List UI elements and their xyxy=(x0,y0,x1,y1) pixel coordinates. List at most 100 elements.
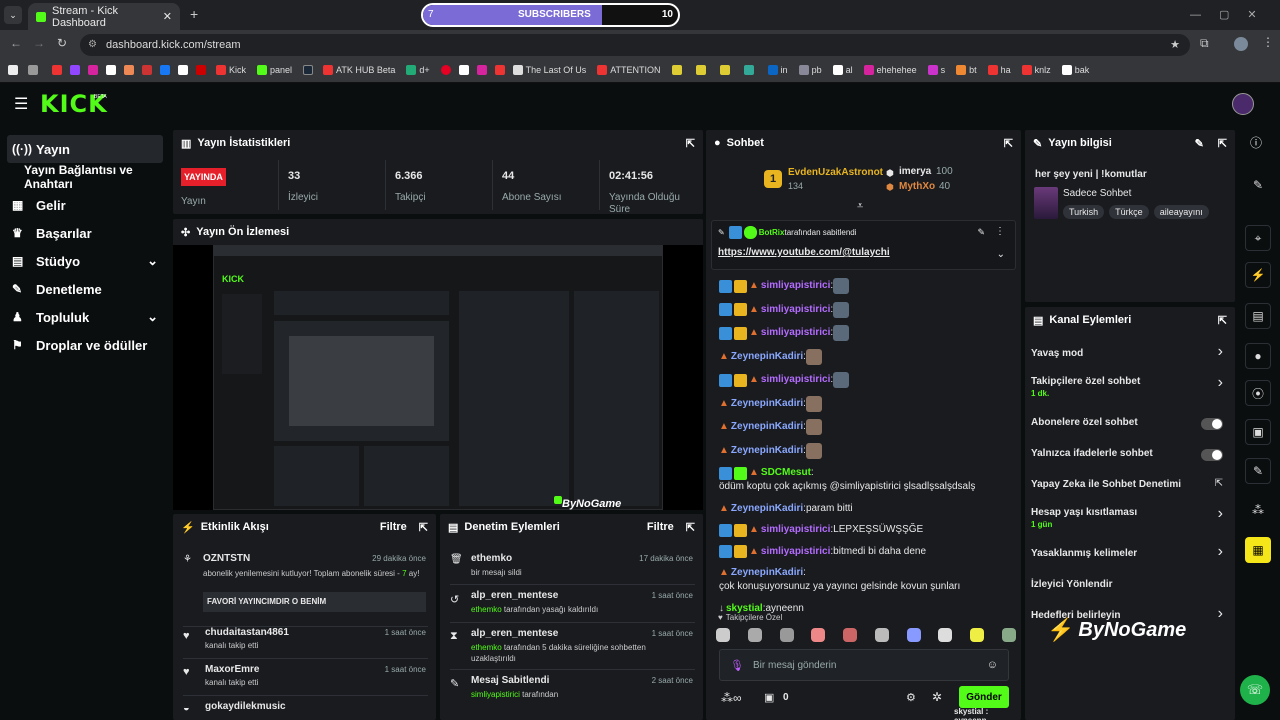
channel-action-item[interactable]: Yavaş mod › xyxy=(1031,343,1227,376)
microphone-icon[interactable]: 🎙 xyxy=(730,659,744,672)
broadcast-icon[interactable]: ⦿ xyxy=(1245,380,1271,406)
bookmark-star-icon[interactable]: ★ xyxy=(1170,34,1180,56)
edit-icon[interactable]: ✎ xyxy=(1195,137,1204,150)
apps-icon[interactable] xyxy=(8,65,18,75)
popout-icon[interactable]: ⇱ xyxy=(419,521,428,534)
tag[interactable]: aileayayını xyxy=(1153,205,1209,219)
profile-avatar[interactable] xyxy=(1234,37,1248,51)
back-icon[interactable]: ← xyxy=(10,36,22,50)
bolt-icon[interactable]: ⚡ xyxy=(1245,262,1271,288)
chat-message[interactable]: ▲ SDCMesut: ödüm koptu çok açıkmış @simli… xyxy=(719,466,1009,494)
menu-icon[interactable]: ☰ xyxy=(14,94,28,114)
emote-icon[interactable] xyxy=(811,628,826,642)
chat-message[interactable]: ▲ simliyapistirici: xyxy=(719,372,1009,388)
gear-icon[interactable]: ✲ xyxy=(932,690,942,704)
bookmark-item[interactable]: d+ xyxy=(406,65,430,75)
bookmark-item[interactable]: al xyxy=(832,65,853,75)
bookmark-item[interactable]: panel xyxy=(257,65,292,75)
support-icon[interactable]: ☏ xyxy=(1240,675,1270,705)
gift-icon[interactable]: ▣ xyxy=(764,691,774,704)
chat-message[interactable]: ▲ ZeynepinKadiri: param bitti xyxy=(719,502,1009,516)
sidebar-item-studio[interactable]: ▤ Stüdyo ⌄ xyxy=(0,247,170,275)
bookmark-app-icon[interactable] xyxy=(494,65,505,75)
collapse-icon[interactable]: ⩡ xyxy=(857,200,863,213)
bookmark-app-icon[interactable] xyxy=(106,65,116,75)
chat-message[interactable]: ▲ simliyapistirici: xyxy=(719,278,1009,294)
preview-video[interactable]: KICK ByNoGame xyxy=(173,245,703,510)
facebook-icon[interactable] xyxy=(160,65,170,75)
channel-action-item[interactable]: Yasaklanmış kelimeler › xyxy=(1031,543,1227,576)
gift-icon[interactable]: ▣ xyxy=(1245,419,1271,445)
clapper-icon[interactable]: ▦ xyxy=(1245,537,1271,563)
bookmark-app-icon[interactable] xyxy=(695,65,706,75)
bookmark-item[interactable]: in xyxy=(767,65,788,75)
popout-icon[interactable]: ⇱ xyxy=(1218,314,1227,327)
sidebar-item-achievements[interactable]: ♛ Başarılar xyxy=(0,219,170,247)
sidebar-item-community[interactable]: ♟ Topluluk ⌄ xyxy=(0,303,170,331)
bookmark-app-icon[interactable] xyxy=(458,65,469,75)
popout-icon[interactable]: ⇱ xyxy=(1004,137,1013,150)
emote-icon[interactable] xyxy=(938,628,953,642)
chat-username[interactable]: simliyapistirici xyxy=(761,326,830,340)
target-icon[interactable]: ⌖ xyxy=(1245,225,1271,251)
bookmark-app-icon[interactable] xyxy=(743,65,754,75)
chat-message[interactable]: ▲ simliyapistirici: bitmedi bi daha dene xyxy=(719,545,1009,559)
steam-icon[interactable] xyxy=(303,65,314,75)
chat-message[interactable]: ▲ ZeynepinKadiri: xyxy=(719,348,1009,365)
popout-icon[interactable]: ⇱ xyxy=(686,137,695,150)
browser-tab[interactable]: Stream - Kick Dashboard ✕ xyxy=(28,3,180,30)
chevron-down-icon[interactable]: ⌄ xyxy=(997,249,1005,260)
bookmark-app-icon[interactable] xyxy=(671,65,682,75)
info-icon[interactable]: ⓘ xyxy=(1243,134,1269,151)
pinterest-icon[interactable] xyxy=(440,65,451,75)
chat-username[interactable]: simliyapistirici xyxy=(761,279,830,293)
bookmark-item[interactable]: ehehehee xyxy=(863,65,917,75)
channel-action-item[interactable]: Abonelere özel sohbet xyxy=(1031,414,1227,445)
sidebar-item-drops[interactable]: ⚑ Droplar ve ödüller xyxy=(0,331,170,359)
more-options-icon[interactable]: ⋮ xyxy=(995,226,1005,237)
new-tab-icon[interactable]: + xyxy=(190,6,198,22)
emote-icon[interactable] xyxy=(747,628,762,642)
site-info-icon[interactable]: ⚙ xyxy=(88,34,97,56)
filter-button[interactable]: Filtre xyxy=(380,521,407,533)
grid-icon[interactable] xyxy=(28,65,38,75)
chat-username[interactable]: simliyapistirici xyxy=(761,373,830,387)
emote-icon[interactable] xyxy=(843,628,858,642)
chat-message[interactable]: ▲ ZeynepinKadiri: çok konuşuyorsunuz ya y… xyxy=(719,566,1009,594)
channel-action-item[interactable]: İzleyici Yönlendir xyxy=(1031,576,1227,607)
chat-message[interactable]: ▲ ZeynepinKadiri: xyxy=(719,419,1009,435)
emote-icon[interactable] xyxy=(874,628,889,642)
bookmark-item[interactable]: ha xyxy=(987,65,1011,75)
chat-message[interactable]: ▲ simliyapistirici: LEPXEŞSÜWŞŞĞE xyxy=(719,523,1009,537)
chat-username[interactable]: ZeynepinKadiri xyxy=(731,397,803,411)
chat-username[interactable]: simliyapistirici xyxy=(761,523,830,537)
chat-username[interactable]: ZeynepinKadiri xyxy=(731,566,803,580)
emote-icon[interactable] xyxy=(716,628,730,642)
chat-message[interactable]: ▲ simliyapistirici: xyxy=(719,325,1009,341)
x-icon[interactable] xyxy=(178,65,188,75)
chat-message[interactable]: ▲ ZeynepinKadiri: xyxy=(719,395,1009,412)
chat-input[interactable]: 🎙 Bir mesaj gönderin ☺ xyxy=(719,649,1009,681)
bookmark-item[interactable]: bt xyxy=(956,65,977,75)
chevron-right-icon[interactable]: › xyxy=(1218,543,1223,561)
chevron-right-icon[interactable]: › xyxy=(1218,374,1223,392)
bookmark-item[interactable]: ATK HUB Beta xyxy=(323,65,395,75)
address-bar[interactable]: ⚙ dashboard.kick.com/stream ★ xyxy=(80,34,1190,56)
bookmark-item[interactable]: knlz xyxy=(1021,65,1051,75)
tab-list-icon[interactable]: ⌄ xyxy=(4,6,22,24)
chat-username[interactable]: SDCMesut xyxy=(761,466,811,480)
bookmark-item[interactable]: The Last Of Us xyxy=(512,65,586,75)
bookmark-app-icon[interactable] xyxy=(124,65,134,75)
sidebar-item-moderation[interactable]: ✎ Denetleme xyxy=(0,275,170,303)
tag[interactable]: Turkish xyxy=(1063,205,1105,219)
chat-username[interactable]: ZeynepinKadiri xyxy=(731,420,803,434)
bookmark-item[interactable]: ATTENTION xyxy=(597,65,661,75)
chat-bubble-icon[interactable]: ● xyxy=(1245,343,1271,369)
window-controls[interactable]: —▢✕ xyxy=(1190,8,1275,21)
edit-icon[interactable]: ✎ xyxy=(1245,172,1271,198)
bookmark-item[interactable]: s xyxy=(927,65,945,75)
bookmark-app-icon[interactable] xyxy=(142,65,152,75)
community-icon[interactable]: ⁂∞ xyxy=(721,691,742,705)
pinned-link[interactable]: https://www.youtube.com/@tulaychi xyxy=(718,247,890,258)
emote-icon[interactable] xyxy=(906,628,921,642)
